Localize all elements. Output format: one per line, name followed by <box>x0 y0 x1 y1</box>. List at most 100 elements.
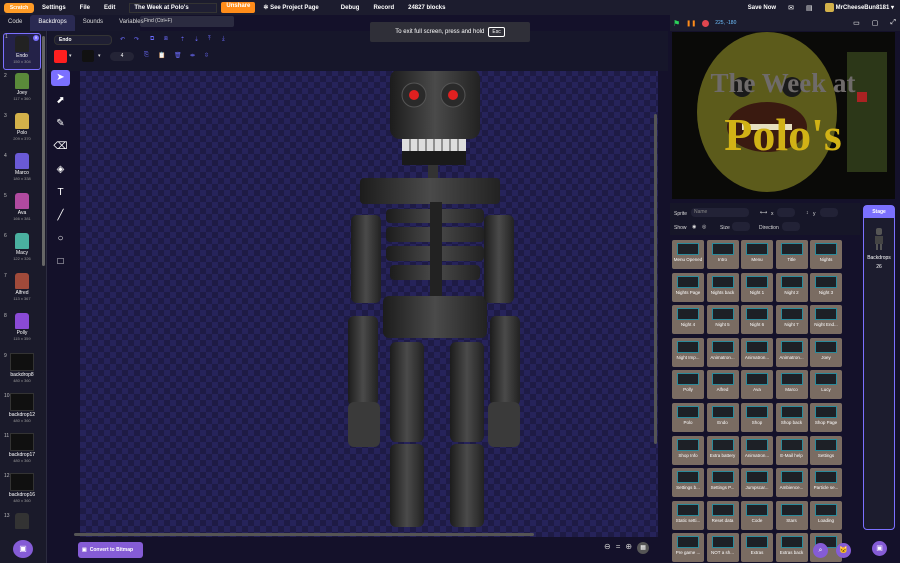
sprite-item[interactable]: Animatron... <box>741 337 773 367</box>
unshare-button[interactable]: Unshare <box>221 2 256 13</box>
fill-color-swatch[interactable] <box>54 50 67 63</box>
backdrop-item[interactable]: 8 Polly 115 x 359 <box>3 313 41 350</box>
pause-icon[interactable]: ❚❚ <box>686 20 696 27</box>
add-backdrop-button[interactable]: ▣ <box>13 540 33 558</box>
front-icon[interactable]: ⤒ <box>208 36 211 43</box>
record-menu[interactable]: Record <box>373 5 394 11</box>
tab-code[interactable]: Code <box>0 15 30 31</box>
sprite-item[interactable]: Extras <box>741 533 773 563</box>
sprite-item[interactable]: Animatron... <box>741 435 773 465</box>
sprite-item[interactable]: Lucy <box>810 370 842 400</box>
backdrop-item[interactable]: 9 backdrop8 480 x 360 <box>3 353 41 390</box>
backdrop-item[interactable]: 4 Marco 180 x 338 <box>3 153 41 190</box>
choose-sprite-button[interactable]: ⌕ <box>813 543 828 558</box>
sprite-item[interactable]: Settings <box>810 435 842 465</box>
sprite-item[interactable]: Night 7 <box>775 305 808 335</box>
sprite-item[interactable]: Polo <box>672 402 704 432</box>
stage-target-panel[interactable]: Stage Backdrops 26 <box>863 205 895 530</box>
backdrop-item[interactable]: 11 backdrop17 480 x 360 <box>3 433 41 470</box>
sprite-item[interactable]: Night 5 <box>706 305 739 335</box>
undo-icon[interactable]: ↶ <box>120 36 125 43</box>
sprite-item[interactable]: Menu <box>741 240 773 269</box>
sprite-item[interactable]: Nights back <box>706 272 739 302</box>
fill-dropdown-icon[interactable]: ▾ <box>69 53 72 59</box>
ungroup-icon[interactable]: ⧈ <box>164 36 168 43</box>
my-stuff-icon[interactable]: ▤ <box>806 4 813 12</box>
flip-vertical-icon[interactable]: ⇳ <box>204 52 209 59</box>
tab-backdrops[interactable]: Backdrops <box>30 15 75 31</box>
sprite-item[interactable]: Polly <box>672 370 704 400</box>
bitmap-toggle-icon[interactable]: ▦ <box>637 542 650 554</box>
file-menu[interactable]: File <box>80 5 90 11</box>
sprite-item[interactable]: Shop Page <box>810 402 842 432</box>
sprite-item[interactable]: E-Mail help <box>775 435 808 465</box>
sprite-name-input[interactable]: Name <box>691 208 749 217</box>
sprite-item[interactable]: Jumpscar... <box>741 468 773 498</box>
sprite-item[interactable]: Extras back <box>775 533 808 563</box>
sprite-item[interactable]: Stars <box>775 500 808 530</box>
sprite-item[interactable]: Night Imp... <box>672 337 704 367</box>
edit-menu[interactable]: Edit <box>104 5 115 11</box>
sprite-item[interactable]: Nights <box>810 240 842 269</box>
sprite-item[interactable]: Static setti... <box>672 500 704 530</box>
scratch-logo[interactable]: Scratch <box>4 2 34 13</box>
eraser-tool-icon[interactable]: ⌫ <box>51 139 70 155</box>
fullscreen-icon[interactable]: ⤢ <box>890 19 896 27</box>
line-tool-icon[interactable]: ╱ <box>51 208 70 224</box>
sprite-item[interactable]: Settings b... <box>672 468 704 498</box>
flip-horizontal-icon[interactable]: ⇹ <box>190 52 195 59</box>
sprite-item[interactable]: Nights Page <box>672 272 704 302</box>
sprite-item[interactable]: Shop <box>741 402 773 432</box>
fill-tool-icon[interactable]: ◈ <box>51 162 70 178</box>
backdrop-item[interactable]: 1 ✕ Endo 150 x 304 <box>3 33 41 70</box>
zoom-reset-icon[interactable]: = <box>616 542 621 554</box>
forward-icon[interactable]: ⇡ <box>180 36 185 43</box>
redo-icon[interactable]: ↷ <box>134 36 139 43</box>
sprite-item[interactable]: Night 6 <box>741 305 773 335</box>
sprite-item[interactable]: Night 1 <box>741 272 773 302</box>
sprite-item[interactable]: Night 3 <box>810 272 842 302</box>
brush-size-input[interactable]: 4 <box>110 52 134 61</box>
project-title-input[interactable]: The Week at Polo's <box>129 2 218 13</box>
canvas-horizontal-scrollbar[interactable] <box>74 533 534 536</box>
direction-input[interactable] <box>782 222 800 231</box>
stage-preview[interactable]: The Week at Polo's <box>672 32 895 199</box>
show-visible-icon[interactable]: ◉ <box>692 224 696 230</box>
select-tool-icon[interactable]: ➤ <box>51 70 70 86</box>
circle-tool-icon[interactable]: ○ <box>51 231 70 247</box>
zoom-in-icon[interactable]: ⊕ <box>625 542 632 554</box>
reshape-tool-icon[interactable]: ⬈ <box>51 93 70 109</box>
sprite-item[interactable]: Ava <box>741 370 773 400</box>
tab-sounds[interactable]: Sounds <box>75 15 111 31</box>
sprite-item[interactable]: Particle se... <box>810 468 842 498</box>
sprite-item[interactable]: Pre game ... <box>672 533 704 563</box>
debug-menu[interactable]: Debug <box>341 5 360 11</box>
settings-menu[interactable]: Settings <box>42 5 66 11</box>
sprite-item[interactable]: Settings P... <box>706 468 739 498</box>
large-stage-icon[interactable]: ▢ <box>872 19 879 27</box>
sprite-item[interactable]: Shop Info <box>672 435 704 465</box>
sprite-item[interactable]: Night 4 <box>672 305 704 335</box>
x-input[interactable] <box>777 208 795 217</box>
sprite-item[interactable]: Code <box>741 500 773 530</box>
tab-variables[interactable]: Variables <box>111 15 152 31</box>
sprite-item[interactable]: Endo <box>706 402 739 432</box>
backdrop-item[interactable]: 7 Alfred 113 x 367 <box>3 273 41 310</box>
backdrop-item[interactable]: 12 backdrop16 480 x 360 <box>3 473 41 510</box>
backward-icon[interactable]: ⇣ <box>194 36 199 43</box>
zoom-out-icon[interactable]: ⊖ <box>604 542 611 554</box>
account-menu[interactable]: MrCheeseBun8181 ▾ <box>824 3 894 12</box>
cat-sprite-icon[interactable]: 🐱 <box>836 543 851 558</box>
delete-backdrop-icon[interactable]: ✕ <box>33 35 39 41</box>
backdrop-item[interactable]: 3 Polo 209 x 370 <box>3 113 41 150</box>
back-icon[interactable]: ⤓ <box>222 36 225 43</box>
sprite-item[interactable]: Shop back <box>775 402 808 432</box>
backdrop-item[interactable]: 5 Ava 166 x 381 <box>3 193 41 230</box>
sprite-item[interactable]: Ambience... <box>775 468 808 498</box>
sprite-item[interactable]: Animatron... <box>775 337 808 367</box>
sprite-item[interactable]: Loading <box>810 500 842 530</box>
delete-icon[interactable]: 🗑 <box>174 52 182 59</box>
sprite-item[interactable]: Title <box>775 240 808 269</box>
sprite-item[interactable]: Marco <box>775 370 808 400</box>
backdrop-item[interactable]: 6 Macy 122 x 326 <box>3 233 41 270</box>
